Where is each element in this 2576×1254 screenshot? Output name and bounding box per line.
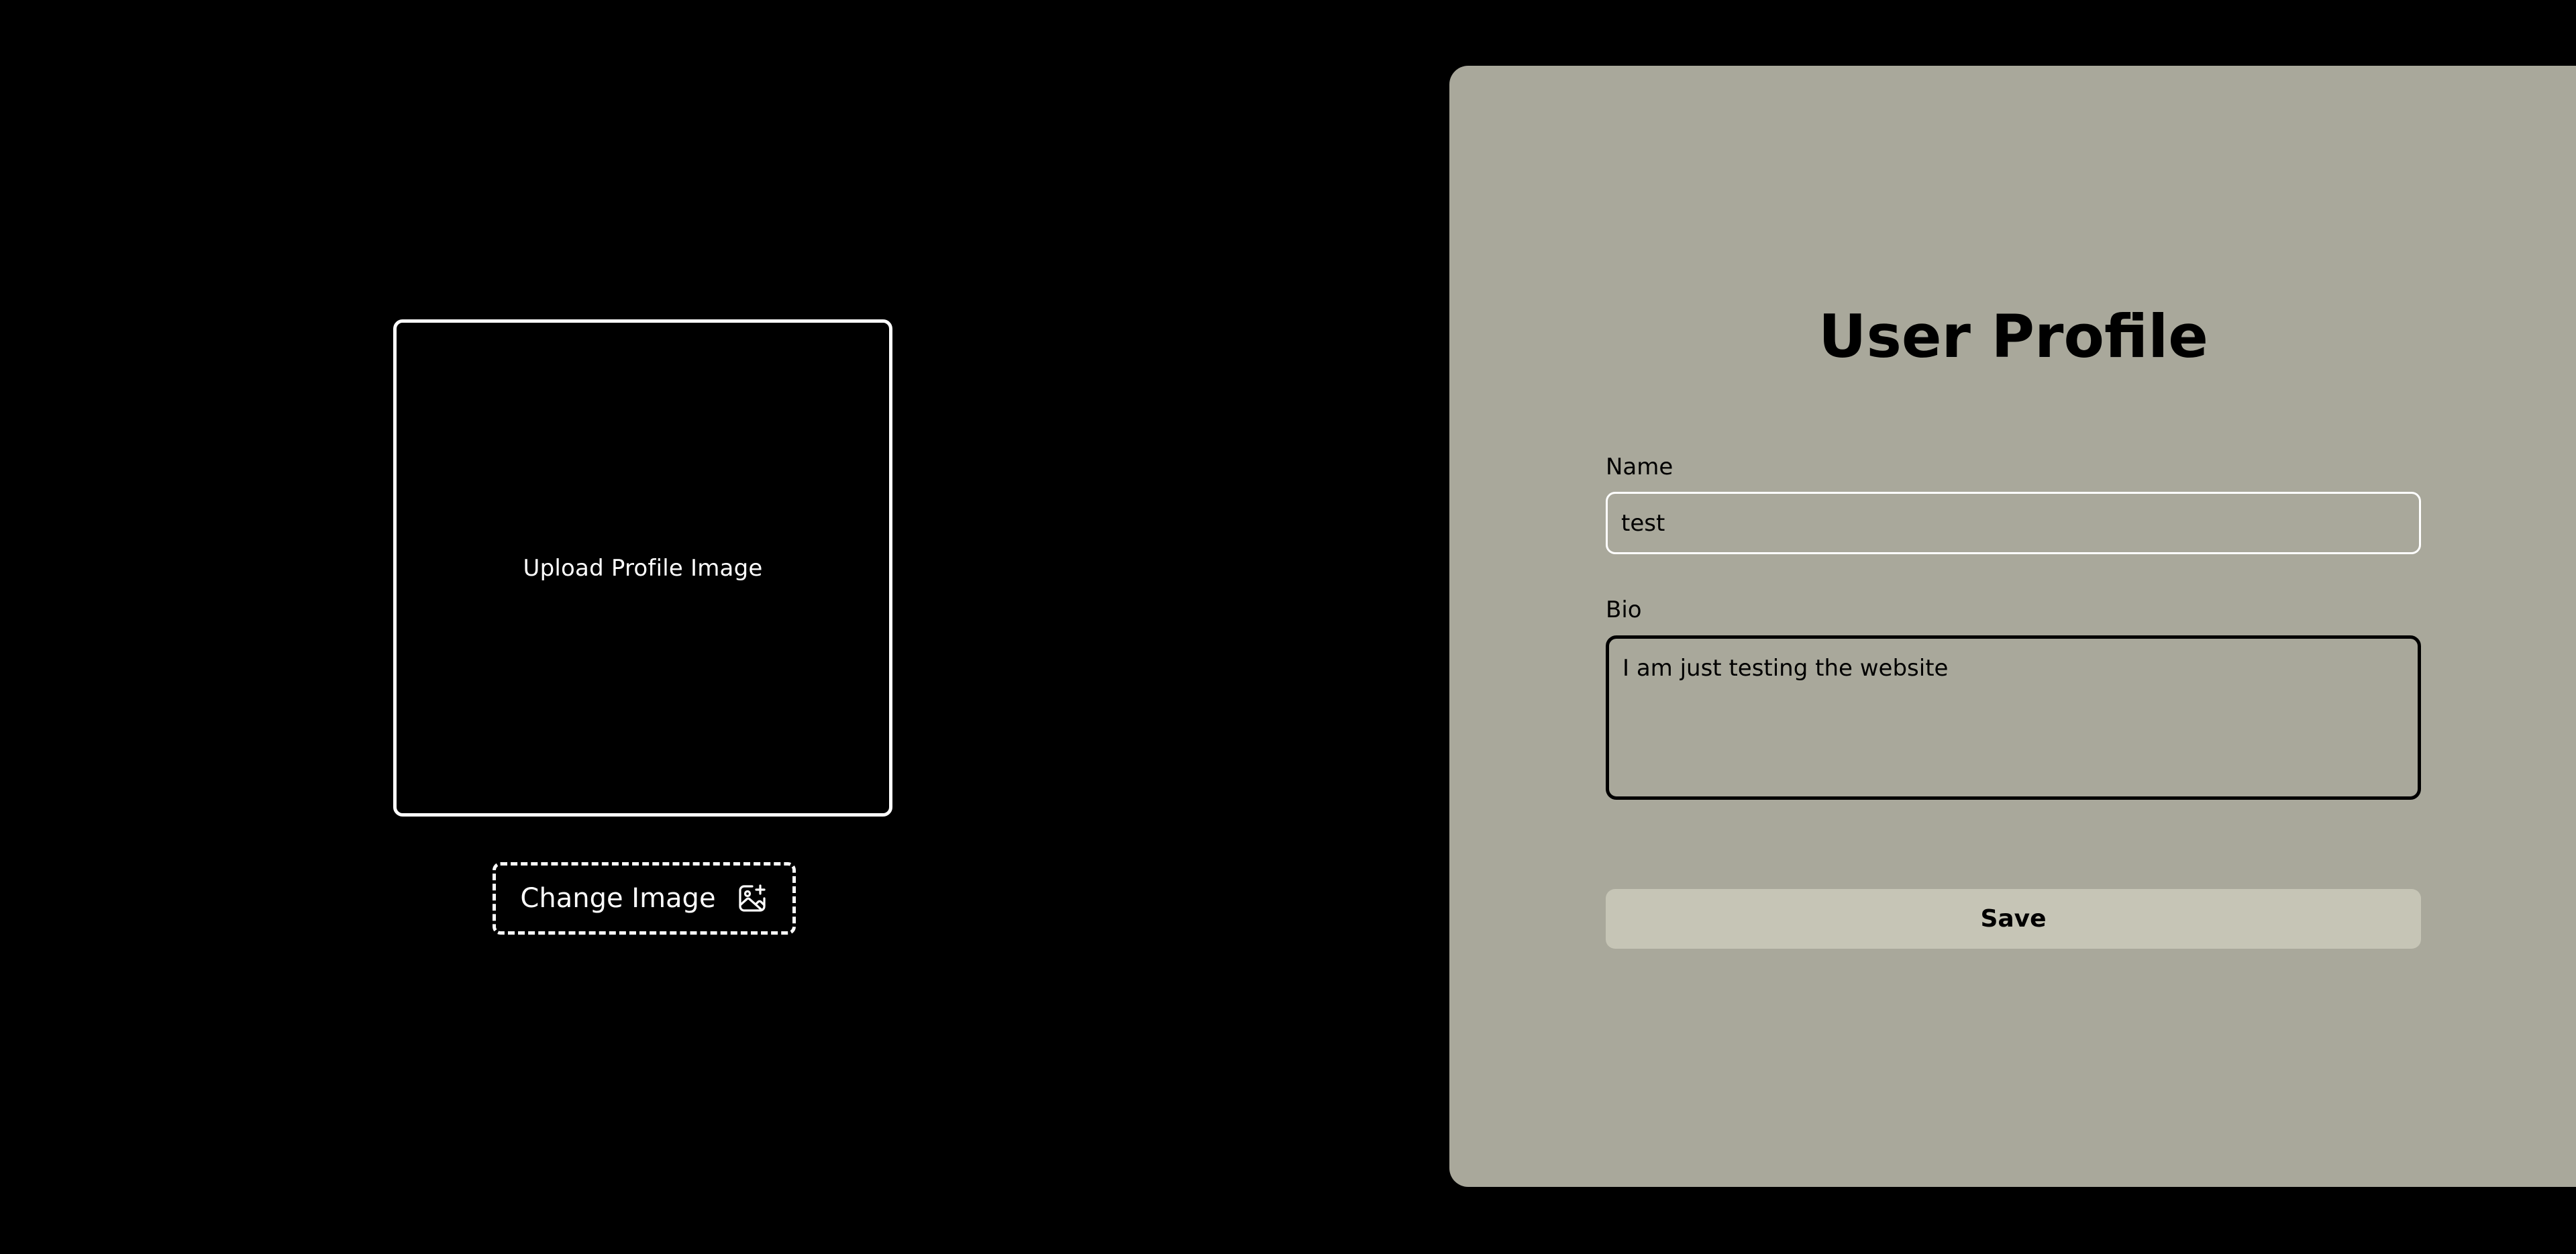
profile-title-wrapper: User Profile — [1606, 302, 2421, 371]
page: Upload Profile Image Change Image User P… — [0, 0, 2576, 1254]
name-field[interactable] — [1606, 492, 2421, 554]
upload-profile-image-label: Upload Profile Image — [523, 554, 763, 582]
page-title: User Profile — [1818, 302, 2208, 371]
profile-image-upload-area[interactable]: Upload Profile Image — [393, 319, 892, 817]
bio-field[interactable]: I am just testing the website — [1606, 635, 2421, 800]
name-label: Name — [1606, 454, 1673, 480]
change-image-label: Change Image — [520, 883, 716, 914]
change-image-button[interactable]: Change Image — [493, 862, 796, 935]
image-sparkle-icon — [736, 882, 768, 915]
save-button[interactable]: Save — [1606, 889, 2421, 949]
profile-card — [1449, 66, 2576, 1187]
bio-label: Bio — [1606, 596, 1642, 623]
